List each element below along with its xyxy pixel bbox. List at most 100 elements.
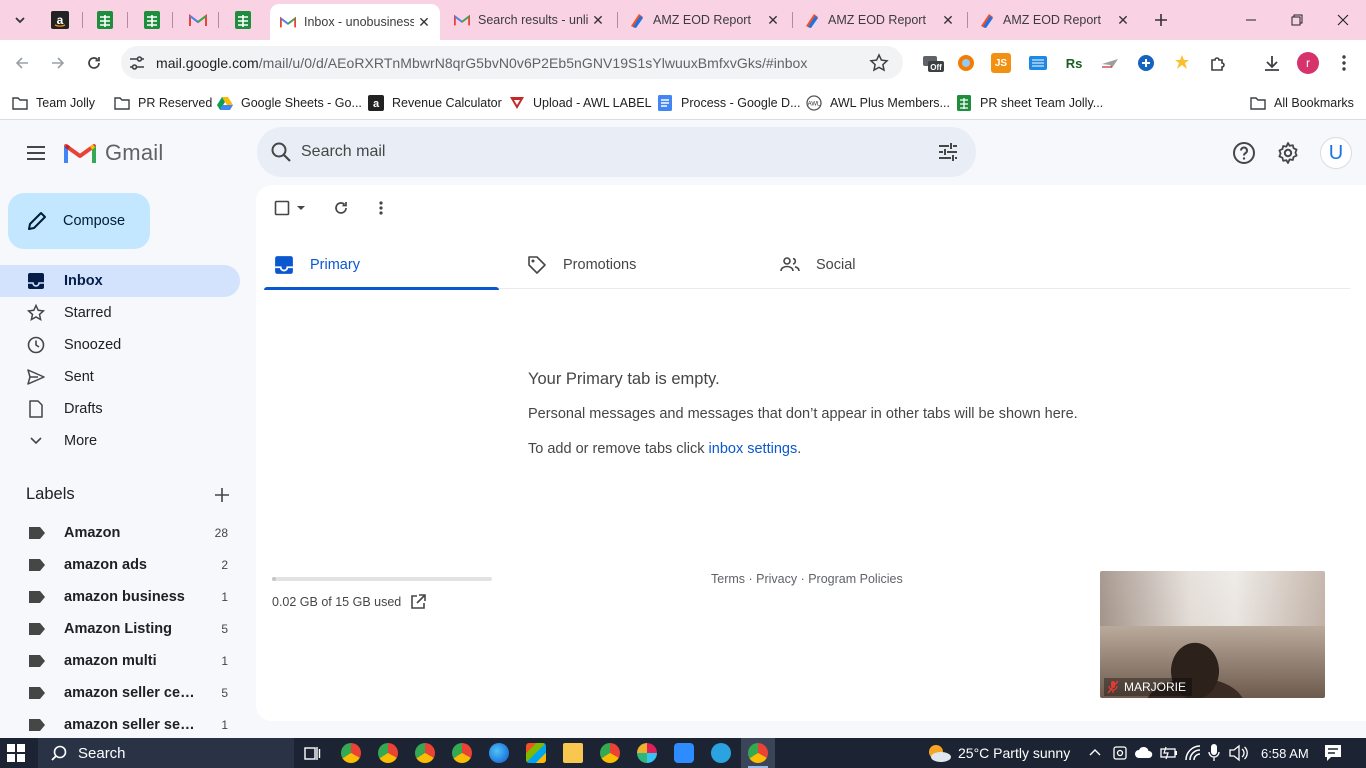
notification-center-icon[interactable]: [1324, 744, 1342, 762]
pinned-tab-sheets-3[interactable]: [231, 8, 255, 32]
windows-start-icon[interactable]: [6, 743, 26, 763]
pinned-tab-amazon[interactable]: a: [48, 8, 72, 32]
bookmark-upload-awl[interactable]: Upload - AWL LABEL: [509, 92, 652, 114]
bookmark-pr-reserved[interactable]: PR Reserved: [114, 92, 212, 114]
tab-promotions[interactable]: Promotions: [517, 241, 752, 289]
support-button[interactable]: [1231, 140, 1257, 166]
settings-button[interactable]: [1275, 140, 1301, 166]
extensions-menu-button[interactable]: [1208, 53, 1228, 73]
caret-down-icon[interactable]: [296, 203, 306, 213]
taskbar-search[interactable]: Search: [38, 738, 294, 768]
close-tab-icon[interactable]: ✕: [938, 10, 958, 30]
tab-primary[interactable]: Primary: [264, 241, 499, 290]
search-bar[interactable]: [257, 127, 976, 177]
camera-tray-icon[interactable]: [1112, 744, 1128, 762]
bookmark-pr-sheet[interactable]: PR sheet Team Jolly...: [956, 92, 1103, 114]
sidebar-item-snoozed[interactable]: Snoozed: [0, 329, 240, 361]
tab-amz-eod-2[interactable]: AMZ EOD Report ✕: [794, 6, 964, 34]
sidebar-item-more[interactable]: More: [0, 425, 240, 457]
minimize-button[interactable]: [1228, 0, 1274, 40]
taskbar-chrome-2[interactable]: [378, 743, 398, 763]
label-item-amazon-ads[interactable]: amazon ads 2: [0, 549, 240, 581]
create-label-button[interactable]: [210, 483, 234, 507]
extension-boost[interactable]: [1172, 53, 1192, 73]
inbox-settings-link[interactable]: inbox settings: [709, 441, 798, 457]
pinned-tab-sheets-1[interactable]: [93, 8, 117, 32]
reload-button[interactable]: [80, 49, 108, 77]
account-avatar[interactable]: U: [1320, 137, 1352, 169]
battery-icon[interactable]: [1160, 745, 1178, 761]
bookmark-google-sheets[interactable]: Google Sheets - Go...: [217, 92, 362, 114]
onedrive-icon[interactable]: [1134, 745, 1154, 759]
new-tab-button[interactable]: [1149, 8, 1173, 32]
label-item-amazon[interactable]: Amazon 28: [0, 517, 240, 549]
video-call-thumbnail[interactable]: MARJORIE: [1100, 571, 1325, 698]
taskbar-telegram[interactable]: [711, 743, 731, 763]
extension-circle[interactable]: [956, 53, 976, 73]
wifi-icon[interactable]: [1184, 744, 1202, 762]
extension-plane[interactable]: [1100, 53, 1120, 73]
sidebar-item-sent[interactable]: Sent: [0, 361, 240, 393]
label-item-amazon-listing[interactable]: Amazon Listing 5: [0, 613, 240, 645]
site-settings-icon[interactable]: [128, 54, 146, 72]
label-item-amazon-seller-services[interactable]: amazon seller services 1: [0, 709, 240, 741]
chevron-up-icon[interactable]: [1088, 747, 1102, 757]
label-item-amazon-seller-central[interactable]: amazon seller central 5: [0, 677, 240, 709]
more-actions-button[interactable]: [379, 198, 383, 218]
main-menu-button[interactable]: [20, 137, 52, 169]
taskbar-zoom[interactable]: [674, 743, 694, 763]
bookmark-star-icon[interactable]: [869, 52, 889, 73]
close-tab-icon[interactable]: ✕: [1113, 10, 1133, 30]
bookmark-process-google-docs[interactable]: Process - Google D...: [657, 92, 801, 114]
task-view-icon[interactable]: [303, 744, 321, 762]
taskbar-chrome-active[interactable]: [748, 743, 768, 763]
tab-inbox[interactable]: Inbox - unobusiness@gmail.com ✕: [270, 4, 440, 40]
microphone-icon[interactable]: [1208, 743, 1220, 763]
tab-amz-eod-3[interactable]: AMZ EOD Report ✕: [969, 6, 1139, 34]
extension-zba[interactable]: [1028, 53, 1048, 73]
footer-links[interactable]: Terms · Privacy · Program Policies: [711, 572, 903, 586]
search-input[interactable]: [301, 143, 936, 161]
bookmark-awl-plus-members[interactable]: AWL AWL Plus Members...: [806, 92, 950, 114]
close-tab-icon[interactable]: ✕: [414, 12, 434, 32]
label-item-amazon-multi[interactable]: amazon multi 1: [0, 645, 240, 677]
address-bar[interactable]: mail.google.com/mail/u/0/d/AEoRXRTnMbwrN…: [121, 46, 903, 79]
extension-off[interactable]: Off: [922, 53, 944, 73]
pinned-tab-sheets-2[interactable]: [140, 8, 164, 32]
taskbar-chrome-5[interactable]: [600, 743, 620, 763]
browser-menu-button[interactable]: [1334, 53, 1354, 73]
sidebar-item-drafts[interactable]: Drafts: [0, 393, 240, 425]
refresh-button[interactable]: [333, 198, 349, 218]
open-in-new-icon[interactable]: [409, 593, 427, 611]
select-checkbox[interactable]: [274, 198, 306, 218]
speaker-icon[interactable]: [1228, 744, 1248, 762]
weather-widget[interactable]: 25°C Partly sunny: [926, 743, 1070, 763]
label-item-amazon-business[interactable]: amazon business 1: [0, 581, 240, 613]
tab-search-button[interactable]: [8, 8, 32, 32]
search-options-icon[interactable]: [936, 140, 960, 164]
taskbar-edge[interactable]: [489, 743, 509, 763]
extension-compass[interactable]: [1136, 53, 1156, 73]
taskbar-chrome-3[interactable]: [415, 743, 435, 763]
tab-social[interactable]: Social: [770, 241, 1005, 289]
profile-avatar[interactable]: r: [1297, 52, 1319, 74]
taskbar-store[interactable]: [526, 743, 546, 763]
taskbar-slack[interactable]: [637, 743, 657, 763]
search-icon[interactable]: [269, 140, 293, 164]
restore-button[interactable]: [1274, 0, 1320, 40]
taskbar-file-explorer[interactable]: [563, 743, 583, 763]
gmail-logo[interactable]: Gmail: [64, 140, 163, 166]
sidebar-item-starred[interactable]: Starred: [0, 297, 240, 329]
tab-search-results[interactable]: Search results - unlisted ✕: [444, 6, 614, 34]
sidebar-item-inbox[interactable]: Inbox: [0, 265, 240, 297]
close-window-button[interactable]: [1320, 0, 1366, 40]
extension-rs[interactable]: Rs: [1064, 53, 1084, 73]
taskbar-chrome-4[interactable]: [452, 743, 472, 763]
bookmark-revenue-calculator[interactable]: a Revenue Calculator: [368, 92, 502, 114]
bookmark-team-jolly[interactable]: Team Jolly: [12, 92, 95, 114]
clock[interactable]: 6:58 AM: [1261, 743, 1309, 763]
all-bookmarks-button[interactable]: All Bookmarks: [1250, 92, 1354, 114]
close-tab-icon[interactable]: ✕: [588, 10, 608, 30]
compose-button[interactable]: Compose: [8, 193, 150, 249]
back-button[interactable]: [8, 49, 36, 77]
